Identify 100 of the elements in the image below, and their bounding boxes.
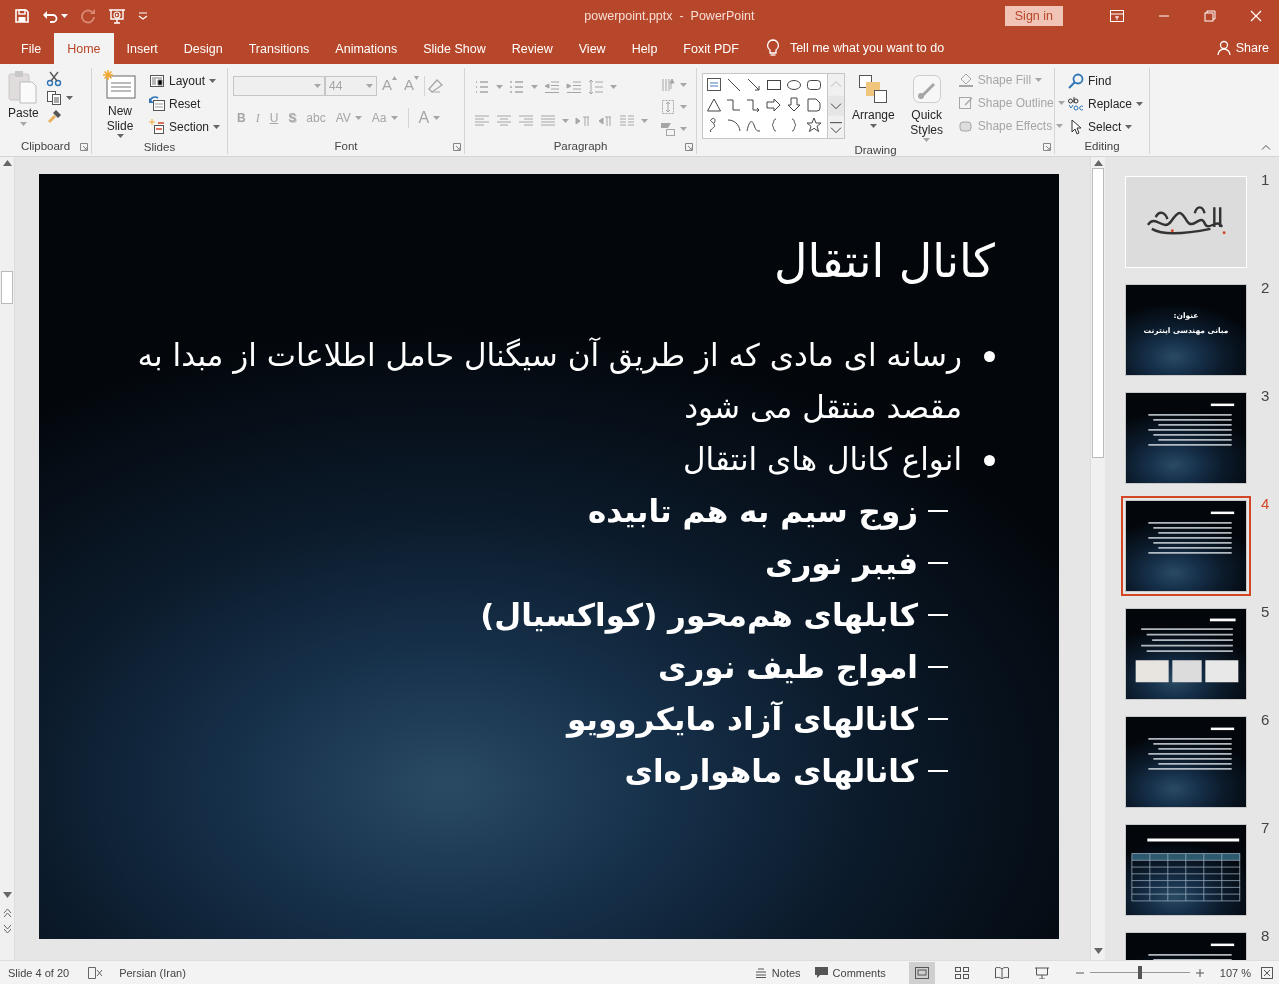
section-button[interactable]: Section bbox=[147, 117, 223, 137]
scroll-up-arrow-icon[interactable] bbox=[1093, 160, 1103, 166]
caret-icon bbox=[1057, 101, 1065, 105]
right-arrow-icon[interactable] bbox=[766, 97, 782, 113]
copy-icon[interactable] bbox=[45, 90, 62, 106]
caret-icon bbox=[65, 96, 73, 100]
restore-icon[interactable] bbox=[1204, 10, 1216, 22]
reset-icon bbox=[149, 96, 165, 112]
previous-slide-icon[interactable] bbox=[2, 908, 12, 918]
scroll-down-icon[interactable] bbox=[828, 95, 844, 117]
lightbulb-icon bbox=[765, 39, 780, 57]
sub-bullet-text: کانالهای آزاد مایکروویو bbox=[566, 700, 918, 740]
layout-button[interactable]: Layout bbox=[147, 71, 223, 91]
sign-in-button[interactable]: Sign in bbox=[1004, 6, 1063, 26]
spelling-check-icon[interactable] bbox=[87, 965, 104, 980]
scroll-down-arrow-icon[interactable] bbox=[2, 892, 12, 898]
person-icon bbox=[1216, 40, 1231, 56]
down-caret-icon bbox=[414, 76, 420, 80]
menu-tab[interactable]: Help bbox=[618, 33, 671, 64]
dash-bullet-icon bbox=[928, 666, 948, 669]
slide-number: 5 bbox=[1261, 603, 1271, 620]
group-label: Slides bbox=[143, 141, 176, 153]
fit-slide-icon[interactable] bbox=[1261, 966, 1273, 979]
find-button[interactable]: Find bbox=[1066, 71, 1146, 91]
up-caret-icon bbox=[392, 76, 397, 80]
language-indicator[interactable]: Persian (Iran) bbox=[119, 966, 186, 979]
presentation-icon[interactable] bbox=[108, 8, 126, 24]
select-button[interactable]: Select bbox=[1066, 117, 1146, 137]
save-icon[interactable] bbox=[14, 8, 30, 24]
reading-view-icon bbox=[994, 966, 1009, 979]
caret-icon bbox=[641, 119, 648, 123]
dash-bullet-icon bbox=[928, 510, 948, 513]
group-label: Editing bbox=[1084, 140, 1120, 152]
rounded-rectangle-icon[interactable] bbox=[806, 77, 822, 93]
menu-tab[interactable]: Design bbox=[170, 33, 236, 64]
arrow-icon[interactable] bbox=[746, 77, 762, 93]
oval-icon[interactable] bbox=[786, 77, 802, 93]
bullet-text: انواع کانال های انتقال bbox=[682, 440, 962, 480]
line-icon[interactable] bbox=[726, 77, 742, 93]
arrange-button[interactable]: Arrange bbox=[849, 68, 898, 144]
section-icon bbox=[149, 119, 165, 135]
caret-icon bbox=[314, 84, 321, 88]
share-button[interactable]: Share bbox=[1235, 41, 1269, 55]
menu-tab[interactable]: Insert bbox=[113, 33, 171, 64]
sub-bullet-text: امواج طیف نوری bbox=[658, 648, 918, 688]
notes-icon bbox=[754, 967, 767, 978]
slide-thumbnail[interactable] bbox=[1121, 496, 1251, 596]
scrollbar-thumb[interactable] bbox=[1, 271, 13, 304]
dialog-launcher-icon[interactable] bbox=[80, 143, 88, 151]
menu-tab[interactable]: Review bbox=[498, 33, 566, 64]
menu-tab[interactable]: File bbox=[8, 33, 55, 64]
arc-icon[interactable] bbox=[726, 117, 742, 133]
next-slide-icon[interactable] bbox=[2, 924, 12, 934]
scroll-down-arrow-icon[interactable] bbox=[1093, 948, 1103, 954]
scrollbar-thumb[interactable] bbox=[1092, 168, 1104, 458]
dialog-launcher-icon[interactable] bbox=[1043, 143, 1051, 151]
sorter-view-icon bbox=[954, 966, 969, 979]
text-box-icon[interactable] bbox=[706, 77, 722, 93]
clipboard-icon bbox=[8, 70, 39, 104]
menu-tab[interactable]: View bbox=[565, 33, 619, 64]
down-arrow-icon[interactable] bbox=[786, 97, 802, 113]
menu-tab[interactable]: Foxit PDF bbox=[670, 33, 752, 64]
caret-icon bbox=[1035, 78, 1043, 82]
bullet-icon bbox=[984, 455, 995, 467]
rectangle-icon[interactable] bbox=[766, 77, 782, 93]
replace-icon bbox=[1068, 96, 1084, 112]
new-slide-button[interactable]: New Slide bbox=[97, 68, 143, 140]
scissors-icon[interactable] bbox=[45, 71, 62, 87]
slide-count: Slide 4 of 20 bbox=[8, 966, 70, 979]
quick-styles-icon bbox=[911, 74, 942, 106]
arrange-icon bbox=[858, 74, 889, 106]
sub-bullet-text: کانالهای ماهواره‌ای bbox=[624, 752, 918, 792]
caret-icon bbox=[869, 124, 877, 128]
elbow-arrow-icon[interactable] bbox=[746, 97, 762, 113]
zoom-slider-thumb[interactable] bbox=[1137, 966, 1142, 979]
slide-number: 8 bbox=[1261, 927, 1271, 944]
reset-button[interactable]: Reset bbox=[147, 94, 223, 114]
ribbon-display-options-icon[interactable] bbox=[1110, 10, 1124, 22]
snip-shape-icon[interactable] bbox=[806, 97, 822, 113]
customize-caret-icon[interactable] bbox=[138, 12, 148, 20]
tell-me-search[interactable]: Tell me what you want to do bbox=[789, 41, 945, 55]
star-icon[interactable] bbox=[806, 117, 822, 133]
group-label: Drawing bbox=[854, 144, 897, 156]
comments-button[interactable]: Comments bbox=[814, 966, 886, 979]
replace-button[interactable]: Replace bbox=[1066, 94, 1146, 114]
zoom-in-icon[interactable] bbox=[1195, 968, 1204, 977]
triangle-icon[interactable] bbox=[706, 97, 722, 113]
layout-icon bbox=[149, 73, 165, 89]
scroll-up-arrow-icon[interactable] bbox=[2, 160, 12, 166]
caret-icon bbox=[923, 138, 931, 142]
zoom-level[interactable]: 107 % bbox=[1219, 966, 1251, 979]
sub-bullet-text: زوج سیم به هم تابیده bbox=[587, 492, 918, 532]
notes-button[interactable]: Notes bbox=[754, 966, 801, 979]
menu-tab[interactable]: Transitions bbox=[235, 33, 323, 64]
close-icon[interactable] bbox=[1250, 10, 1262, 22]
menu-tab[interactable]: Animations bbox=[322, 33, 411, 64]
menu-tab[interactable]: Slide Show bbox=[410, 33, 499, 64]
caret-icon bbox=[562, 119, 569, 123]
menu-tab[interactable]: Home bbox=[54, 33, 114, 64]
normal-view-button[interactable] bbox=[908, 961, 935, 984]
